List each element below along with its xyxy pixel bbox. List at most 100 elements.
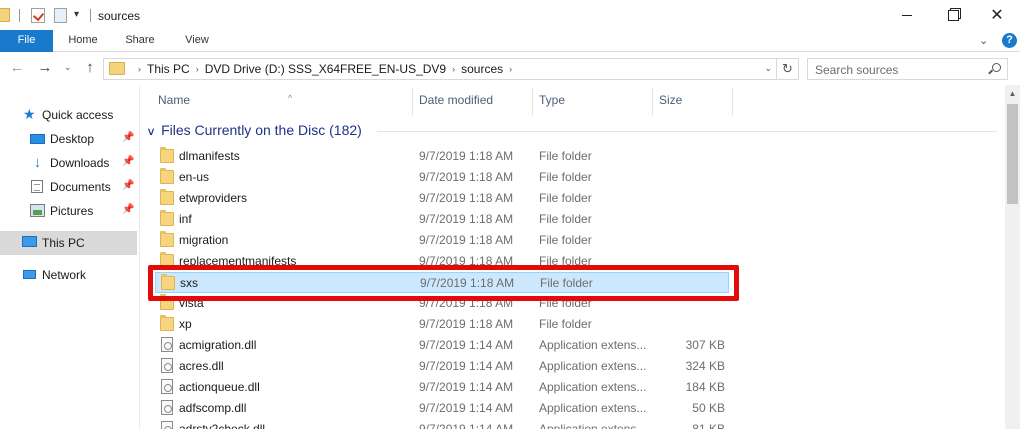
folder-icon xyxy=(160,168,174,184)
computer-icon xyxy=(22,236,37,247)
sidebar-item-pictures[interactable]: Pictures 📌 xyxy=(0,200,137,222)
pin-icon[interactable]: 📌 xyxy=(122,204,134,215)
file-type: File folder xyxy=(539,233,592,247)
sidebar-item-desktop[interactable]: Desktop 📌 xyxy=(0,128,137,150)
file-name: en-us xyxy=(179,170,210,184)
folder-icon xyxy=(160,147,174,163)
file-row[interactable]: etwproviders 9/7/2019 1:18 AM File folder xyxy=(155,188,729,209)
file-row[interactable]: adfscomp.dll 9/7/2019 1:14 AM Application … xyxy=(155,398,729,419)
back-button[interactable]: ← xyxy=(8,59,26,77)
file-date-modified: 9/7/2019 1:18 AM xyxy=(419,191,514,205)
column-label: Name xyxy=(158,93,191,107)
breadcrumb-dvd-drive[interactable]: DVD Drive (D:) SSS_X64FREE_EN-US_DV9 xyxy=(205,62,446,76)
toolbar-separator xyxy=(90,9,91,22)
column-header-size[interactable]: Size xyxy=(653,88,733,116)
sidebar-item-this-pc[interactable]: This PC xyxy=(0,231,137,255)
documents-icon xyxy=(31,180,43,193)
file-size: 184 KB xyxy=(685,380,725,394)
properties-icon[interactable] xyxy=(31,8,45,23)
breadcrumb-separator[interactable]: › xyxy=(452,64,455,74)
pin-icon[interactable]: 📌 xyxy=(122,180,134,191)
folder-icon xyxy=(160,210,174,226)
file-row[interactable]: inf 9/7/2019 1:18 AM File folder xyxy=(155,209,729,230)
file-row[interactable]: adrstv2check.dll 9/7/2019 1:14 AM Applicat… xyxy=(155,419,729,429)
file-name: actionqueue.dll xyxy=(179,380,260,394)
scroll-thumb[interactable] xyxy=(1007,104,1018,204)
file-row[interactable]: acmigration.dll 9/7/2019 1:14 AM Applicati… xyxy=(155,335,729,356)
file-date-modified: 9/7/2019 1:18 AM xyxy=(419,149,514,163)
file-row[interactable]: en-us 9/7/2019 1:18 AM File folder xyxy=(155,167,729,188)
help-icon[interactable]: ? xyxy=(1002,33,1017,48)
sidebar-item-documents[interactable]: Documents 📌 xyxy=(0,176,137,198)
toolbar-separator xyxy=(19,9,20,22)
file-row[interactable]: xp 9/7/2019 1:18 AM File folder xyxy=(155,314,729,335)
file-type: File folder xyxy=(539,212,592,226)
sidebar-item-label: Quick access xyxy=(42,108,114,122)
column-header-name[interactable]: Name ^ xyxy=(152,88,413,116)
breadcrumb-separator[interactable]: › xyxy=(509,64,512,74)
collapse-group-icon[interactable]: ∨ xyxy=(146,125,156,138)
file-type: File folder xyxy=(539,149,592,163)
file-date-modified: 9/7/2019 1:14 AM xyxy=(419,422,514,429)
breadcrumb-sources[interactable]: sources xyxy=(461,62,503,76)
file-type: File folder xyxy=(539,170,592,184)
address-bar[interactable]: › This PC › DVD Drive (D:) SSS_X64FREE_EN-U… xyxy=(103,58,777,80)
group-header[interactable]: ∨ Files Currently on the Disc (182) xyxy=(146,122,362,138)
sidebar-item-label: Network xyxy=(42,268,87,282)
file-name: adrstv2check.dll xyxy=(179,422,266,429)
dll-file-icon xyxy=(161,400,173,415)
new-folder-icon[interactable] xyxy=(54,8,67,23)
desktop-icon xyxy=(30,134,45,144)
file-row[interactable]: migration 9/7/2019 1:18 AM File folder xyxy=(155,230,729,251)
file-row[interactable]: acres.dll 9/7/2019 1:14 AM Application ext… xyxy=(155,356,729,377)
expand-ribbon-icon[interactable]: ⌄ xyxy=(979,34,988,47)
file-size: 81 KB xyxy=(692,422,725,429)
file-name: acres.dll xyxy=(179,359,224,373)
file-row[interactable]: actionqueue.dll 9/7/2019 1:14 AM Applicati… xyxy=(155,377,729,398)
file-name: migration xyxy=(179,233,229,247)
sidebar-item-label: Documents xyxy=(50,180,111,194)
close-button[interactable]: ✕ xyxy=(974,0,1020,30)
file-date-modified: 9/7/2019 1:18 AM xyxy=(419,233,514,247)
minimize-button[interactable] xyxy=(884,0,930,30)
refresh-button[interactable]: ↻ xyxy=(777,58,799,80)
recent-locations-dropdown[interactable]: ⌄ xyxy=(64,62,72,73)
vertical-scrollbar[interactable]: ▲ xyxy=(1005,85,1020,429)
forward-button[interactable]: → xyxy=(36,59,54,77)
tab-view[interactable]: View xyxy=(172,30,222,52)
customize-toolbar-dropdown[interactable]: ▾ xyxy=(74,9,79,20)
file-row[interactable]: dlmanifests 9/7/2019 1:18 AM File folder xyxy=(155,146,729,167)
search-input[interactable] xyxy=(815,62,985,77)
column-header-date-modified[interactable]: Date modified xyxy=(413,88,533,116)
file-size: 307 KB xyxy=(685,338,725,352)
folder-icon xyxy=(160,315,174,331)
file-size: 50 KB xyxy=(692,401,725,415)
sidebar-item-network[interactable]: Network xyxy=(0,264,137,286)
file-type: Application extens... xyxy=(539,359,647,373)
breadcrumb-separator[interactable]: › xyxy=(138,64,141,74)
navigation-pane: ★ Quick access Desktop 📌 ↓ Downloads 📌 D… xyxy=(0,85,140,429)
maximize-button[interactable] xyxy=(930,0,976,30)
search-box[interactable] xyxy=(807,58,1008,80)
search-icon[interactable] xyxy=(992,63,1001,72)
tab-share[interactable]: Share xyxy=(115,30,165,52)
sidebar-item-downloads[interactable]: ↓ Downloads 📌 xyxy=(0,152,137,174)
file-name: etwproviders xyxy=(179,191,248,205)
address-history-dropdown[interactable]: ⌄ xyxy=(764,63,772,74)
breadcrumb-this-pc[interactable]: This PC xyxy=(147,62,190,76)
scroll-up-arrow[interactable]: ▲ xyxy=(1005,85,1020,102)
sidebar-item-quick-access[interactable]: ★ Quick access xyxy=(0,104,137,126)
column-header-type[interactable]: Type xyxy=(533,88,653,116)
breadcrumb-separator[interactable]: › xyxy=(196,64,199,74)
download-icon: ↓ xyxy=(33,154,42,171)
dll-file-icon xyxy=(161,421,173,429)
file-type: File folder xyxy=(539,317,592,331)
file-date-modified: 9/7/2019 1:18 AM xyxy=(419,170,514,184)
tab-file[interactable]: File xyxy=(0,30,53,52)
tab-home[interactable]: Home xyxy=(58,30,108,52)
pin-icon[interactable]: 📌 xyxy=(122,156,134,167)
pin-icon[interactable]: 📌 xyxy=(122,132,134,143)
file-date-modified: 9/7/2019 1:14 AM xyxy=(419,359,514,373)
sidebar-item-label: Downloads xyxy=(50,156,110,170)
up-button[interactable]: ↑ xyxy=(81,59,99,77)
